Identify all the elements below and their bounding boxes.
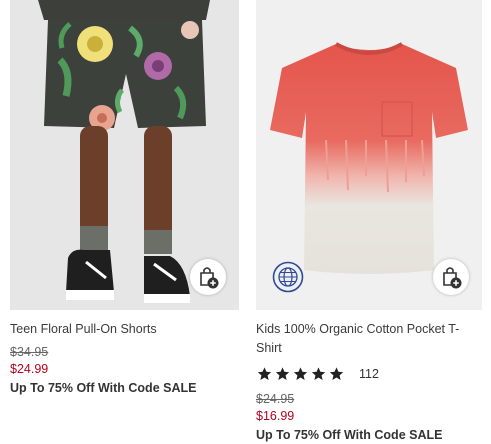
star-icon: [275, 367, 290, 380]
star-icon: [293, 367, 308, 380]
product-image[interactable]: [10, 0, 239, 310]
review-count: 112: [359, 367, 379, 381]
star-icon: [257, 367, 272, 380]
star-icon: [329, 367, 344, 380]
product-name[interactable]: Teen Floral Pull-On Shorts: [10, 320, 239, 339]
star-icon: [311, 367, 326, 380]
original-price: $34.95: [10, 345, 49, 359]
badge-icon: [272, 261, 304, 293]
globe-sustainability-icon: [272, 261, 304, 293]
star-rating: [256, 366, 345, 382]
quick-add-button[interactable]: [433, 259, 469, 295]
bag-plus-icon: [443, 267, 462, 289]
product-image[interactable]: [256, 0, 482, 310]
quick-add-button[interactable]: [190, 259, 226, 295]
sale-price: $24.99: [10, 362, 49, 376]
original-price: $24.95: [256, 392, 295, 406]
bag-plus-icon: [200, 267, 219, 289]
product-card[interactable]: Kids 100% Organic Cotton Pocket T-Shirt …: [256, 0, 482, 444]
promo-text: Up To 75% Off With Code SALE: [256, 428, 443, 442]
rating-row[interactable]: 112: [256, 366, 482, 382]
promo-text: Up To 75% Off With Code SALE: [10, 381, 197, 395]
product-name[interactable]: Kids 100% Organic Cotton Pocket T-Shirt: [256, 320, 482, 358]
product-card[interactable]: Teen Floral Pull-On Shorts $34.95 $24.99…: [10, 0, 239, 397]
sale-price: $16.99: [256, 409, 295, 423]
